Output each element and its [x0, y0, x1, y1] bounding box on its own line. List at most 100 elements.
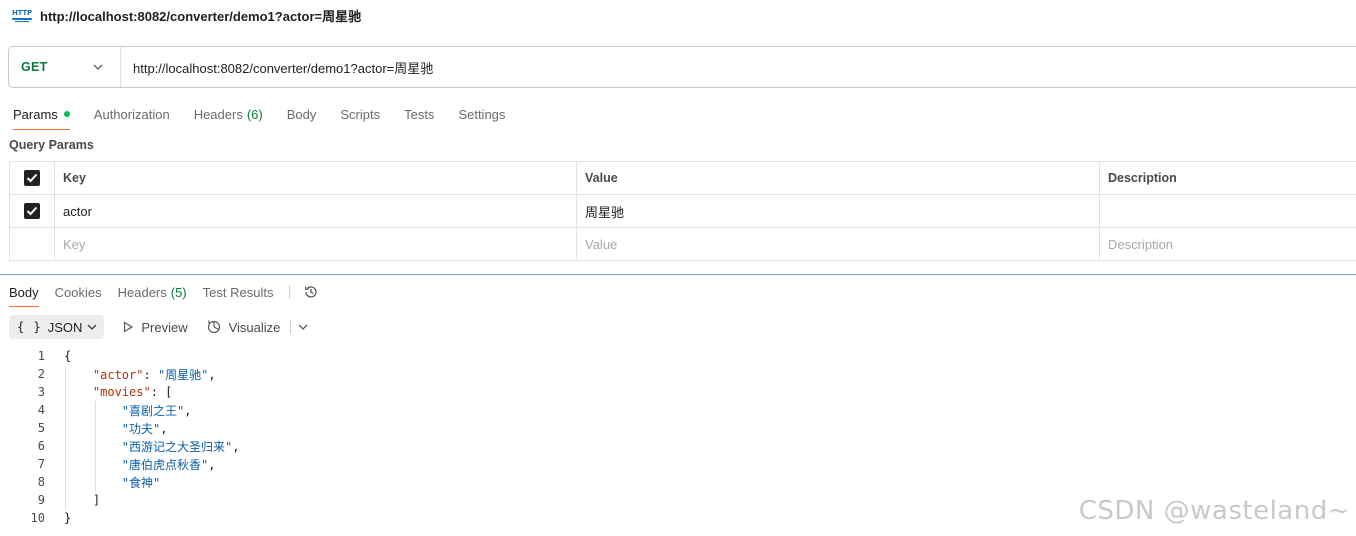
chevron-down-icon [86, 321, 98, 333]
watermark: CSDN @wasteland~ [1078, 496, 1350, 526]
table-row: actor 周星驰 [9, 194, 1356, 228]
visualize-button[interactable]: Visualize [206, 319, 280, 335]
history-icon[interactable] [302, 283, 320, 301]
param-value-cell[interactable]: 周星驰 [576, 194, 1100, 228]
code-line: 8 "食神" [0, 473, 1356, 491]
code-text: "喜剧之王", [45, 402, 192, 419]
new-key-input[interactable]: Key [54, 227, 577, 261]
select-all-checkbox[interactable] [24, 170, 40, 186]
pane-divider[interactable] [0, 274, 1356, 275]
chevron-down-icon [92, 61, 104, 73]
request-tab-header: HTTP http://localhost:8082/converter/dem… [0, 0, 1356, 30]
visualize-icon [207, 320, 220, 334]
url-input[interactable] [121, 47, 1356, 87]
json-string: "食神" [121, 475, 161, 490]
new-value-input[interactable]: Value [576, 227, 1100, 261]
column-header-description: Description [1099, 161, 1356, 195]
response-headers-count: (5) [170, 284, 187, 300]
json-punctuation: : [143, 367, 158, 382]
param-description-cell[interactable] [1099, 194, 1356, 228]
line-number: 1 [37, 349, 45, 363]
line-number: 6 [37, 439, 45, 453]
query-params-title: Query Params [9, 138, 94, 152]
visualize-options-chevron-icon[interactable] [297, 321, 309, 333]
code-text: "唐伯虎点秋香", [45, 456, 216, 473]
line-number: 3 [37, 385, 45, 399]
line-number: 9 [37, 493, 45, 507]
code-line: 5 "功夫", [0, 419, 1356, 437]
table-row-new: Key Value Description [9, 227, 1356, 261]
code-line: 1{ [0, 347, 1356, 365]
tab-body[interactable]: Body [287, 99, 317, 129]
line-number: 4 [37, 403, 45, 417]
method-label: GET [21, 60, 48, 74]
json-string: "喜剧之王" [121, 403, 185, 418]
json-punctuation: [ [165, 385, 173, 399]
row-enabled-checkbox[interactable] [24, 203, 40, 220]
column-header-value: Value [576, 161, 1100, 195]
method-dropdown[interactable]: GET [9, 47, 121, 87]
tab-params[interactable]: Params [13, 99, 70, 130]
request-url-bar: GET [8, 46, 1356, 88]
tab-scripts[interactable]: Scripts [340, 99, 380, 129]
code-text: "功夫", [45, 420, 168, 437]
json-string: "周星驰" [157, 367, 209, 382]
code-text: "食神" [45, 474, 160, 491]
headers-count: (6) [246, 106, 263, 122]
json-punctuation: , [160, 421, 168, 436]
json-key: "movies" [92, 385, 151, 399]
json-string: "西游记之大圣归来" [121, 439, 233, 454]
json-punctuation: , [232, 439, 240, 454]
separator [290, 320, 292, 334]
separator [289, 285, 291, 299]
braces-icon: { } [17, 320, 42, 334]
format-dropdown[interactable]: { } JSON [9, 315, 105, 339]
tab-headers[interactable]: Headers (6) [194, 99, 263, 129]
column-header-key: Key [54, 161, 577, 195]
response-tab-body[interactable]: Body [9, 280, 39, 307]
tab-authorization[interactable]: Authorization [94, 99, 170, 129]
json-string: "功夫" [121, 421, 161, 436]
new-row-checkbox-cell [9, 227, 55, 261]
response-tab-headers[interactable]: Headers (5) [118, 280, 187, 304]
http-request-icon: HTTP [12, 7, 32, 23]
code-text: } [45, 511, 71, 525]
tab-tests[interactable]: Tests [404, 99, 434, 129]
code-text: { [45, 349, 71, 363]
line-number: 2 [37, 367, 45, 381]
json-key: "actor" [92, 367, 144, 382]
code-text: "actor": "周星驰", [45, 366, 216, 383]
line-number: 10 [30, 511, 45, 525]
code-line: 4 "喜剧之王", [0, 401, 1356, 419]
new-description-input[interactable]: Description [1099, 227, 1356, 261]
code-text: "movies": [ [45, 385, 172, 399]
json-string: "唐伯虎点秋香" [121, 457, 209, 472]
table-header-row: Key Value Description [9, 161, 1356, 195]
json-punctuation: , [208, 457, 216, 472]
response-tab-test-results[interactable]: Test Results [203, 280, 274, 304]
code-line: 6 "西游记之大圣归来", [0, 437, 1356, 455]
json-punctuation: , [184, 403, 192, 418]
line-number: 5 [37, 421, 45, 435]
code-text: "西游记之大圣归来", [45, 438, 240, 455]
request-title: http://localhost:8082/converter/demo1?ac… [40, 8, 362, 24]
code-line: 3 "movies": [ [0, 383, 1356, 401]
play-icon [124, 321, 134, 333]
tab-settings[interactable]: Settings [458, 99, 505, 129]
preview-button[interactable]: Preview [122, 320, 188, 335]
json-punctuation: : [150, 385, 166, 399]
param-key-cell[interactable]: actor [54, 194, 577, 228]
response-tabs: Body Cookies Headers (5) Test Results [0, 280, 320, 307]
line-number: 8 [37, 475, 45, 489]
row-checkbox-cell [9, 194, 55, 228]
json-punctuation: { [64, 349, 72, 363]
json-punctuation: , [208, 367, 216, 382]
params-active-dot [63, 111, 70, 117]
code-line: 7 "唐伯虎点秋香", [0, 455, 1356, 473]
query-params-table: Key Value Description actor 周星驰 Key Valu… [9, 161, 1356, 261]
select-all-cell [9, 161, 55, 195]
format-label: JSON [47, 319, 83, 335]
response-tab-cookies[interactable]: Cookies [55, 280, 102, 304]
line-number: 7 [37, 457, 45, 471]
json-punctuation: ] [92, 493, 101, 507]
